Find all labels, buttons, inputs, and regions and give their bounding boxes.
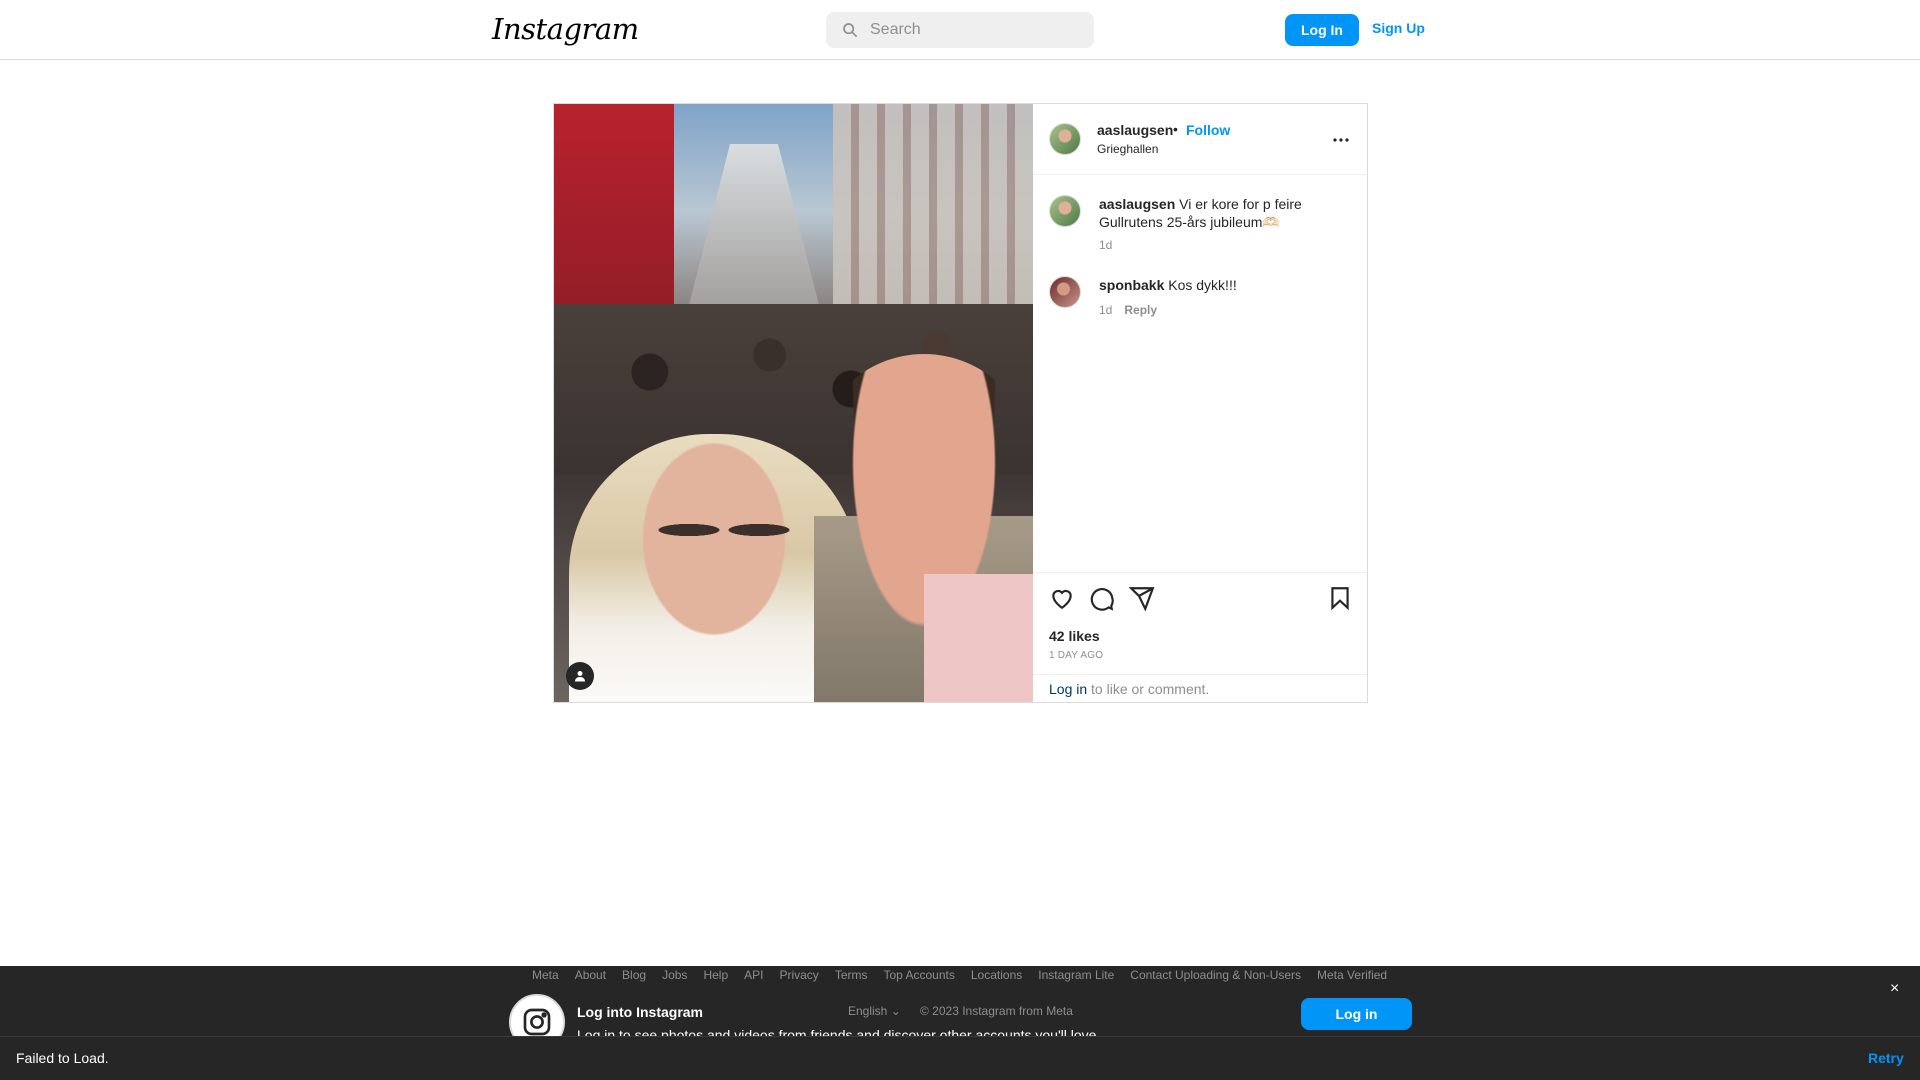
footer-link[interactable]: Terms (835, 968, 868, 982)
comment-time: 1d (1099, 303, 1113, 317)
language-selector[interactable]: English ⌄ (848, 1004, 901, 1018)
error-toast: Failed to Load. Retry (0, 1036, 1920, 1080)
footer-link[interactable]: Privacy (779, 968, 818, 982)
post-card: aaslaugsen • Follow Grieghallen aaslaugs… (553, 103, 1368, 703)
user-icon (575, 671, 585, 682)
bookmark-icon[interactable] (1327, 585, 1353, 611)
footer-link[interactable]: Meta (532, 968, 559, 982)
copyright: © 2023 Instagram from Meta (920, 1004, 1073, 1018)
instagram-icon (523, 1008, 551, 1036)
search-box[interactable] (826, 12, 1094, 48)
signup-link[interactable]: Sign Up (1372, 20, 1425, 36)
author-avatar[interactable] (1049, 123, 1081, 155)
separator-dot: • (1173, 121, 1178, 137)
comment-meta: 1d Reply (1099, 303, 1157, 317)
post-time: 1 DAY AGO (1049, 650, 1104, 661)
comment: sponbakk Kos dykk!!! (1099, 276, 1349, 294)
login-button[interactable]: Log In (1285, 14, 1359, 46)
footer-link[interactable]: Top Accounts (883, 968, 954, 982)
photo-shirt (924, 574, 1033, 702)
footer-link[interactable]: Locations (971, 968, 1022, 982)
likes-count[interactable]: 42 likes (1049, 628, 1100, 644)
heart-icon[interactable] (1049, 585, 1075, 611)
footer-link[interactable]: Jobs (662, 968, 687, 982)
comment-text: Kos dykk!!! (1168, 277, 1237, 293)
search-icon (843, 23, 858, 38)
comment-icon[interactable] (1089, 585, 1115, 611)
instagram-logo[interactable]: Instagram (492, 12, 639, 46)
comments-list: aaslaugsen Vi er kore for p feire Gullru… (1033, 176, 1367, 572)
banner-login-button[interactable]: Log in (1301, 998, 1412, 1030)
search-input[interactable] (870, 21, 1080, 39)
banner-subtitle: Log in to see photos and videos from fri… (577, 1027, 1101, 1036)
comment-username[interactable]: aaslaugsen (1099, 196, 1175, 212)
footer-link[interactable]: Help (703, 968, 728, 982)
login-link[interactable]: Log in (1049, 681, 1087, 697)
comment-avatar[interactable] (1049, 276, 1081, 308)
language-label: English (848, 1004, 888, 1018)
footer-links: Meta About Blog Jobs Help API Privacy Te… (532, 968, 1387, 982)
author-username[interactable]: aaslaugsen (1097, 122, 1173, 138)
footer-link[interactable]: Instagram Lite (1038, 968, 1114, 982)
error-message: Failed to Load. (16, 1050, 109, 1066)
caption: aaslaugsen Vi er kore for p feire Gullru… (1099, 195, 1349, 231)
post-sidebar: aaslaugsen • Follow Grieghallen aaslaugs… (1033, 104, 1367, 702)
chevron-down-icon: ⌄ (890, 1004, 901, 1018)
comment-avatar[interactable] (1049, 195, 1081, 227)
footer-link[interactable]: API (744, 968, 763, 982)
footer-link[interactable]: Meta Verified (1317, 968, 1387, 982)
reply-button[interactable]: Reply (1124, 303, 1157, 317)
location-link[interactable]: Grieghallen (1097, 142, 1158, 156)
retry-button[interactable]: Retry (1868, 1050, 1904, 1066)
footer-link[interactable]: Blog (622, 968, 646, 982)
post-actions: 42 likes 1 DAY AGO Log in to like or com… (1033, 572, 1367, 702)
footer-link[interactable]: About (575, 968, 606, 982)
comment-time: 1d (1099, 238, 1113, 252)
top-nav: Instagram Log In Sign Up (0, 0, 1920, 60)
tagged-users-button[interactable] (566, 662, 594, 690)
close-icon[interactable]: × (1890, 980, 1899, 998)
footer-link[interactable]: Contact Uploading & Non-Users (1130, 968, 1301, 982)
follow-button[interactable]: Follow (1186, 122, 1230, 138)
photo-sunglasses (654, 509, 794, 551)
login-banner: Meta About Blog Jobs Help API Privacy Te… (0, 966, 1920, 1050)
share-icon[interactable] (1129, 585, 1155, 611)
comment-username[interactable]: sponbakk (1099, 277, 1164, 293)
login-prompt: Log in to like or comment. (1033, 674, 1367, 703)
more-options-icon[interactable] (1329, 128, 1353, 152)
post-header: aaslaugsen • Follow Grieghallen (1033, 104, 1367, 175)
login-prompt-text: to like or comment. (1087, 681, 1210, 697)
banner-title: Log into Instagram (577, 1004, 703, 1020)
post-photo[interactable] (554, 104, 1033, 702)
